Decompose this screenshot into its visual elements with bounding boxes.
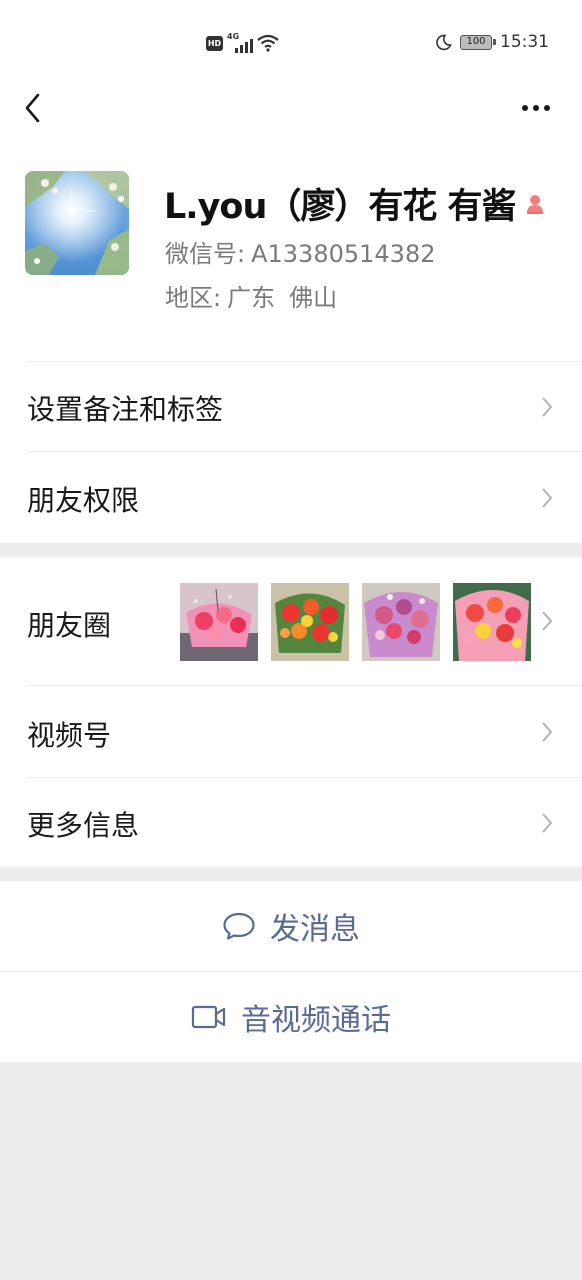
- more-icon: [522, 105, 528, 111]
- hd-icon: HD: [206, 35, 223, 51]
- more-button[interactable]: [516, 96, 556, 120]
- nickname-row: L.you（廖）有花 有酱: [164, 178, 546, 229]
- profile-header-section: HD 4G 100 15:31 L.you（廖）有花 有酱 微信号: A1338…: [0, 0, 582, 543]
- wechat-id-label: 微信号:: [165, 240, 246, 268]
- moments-thumbnail: [362, 583, 440, 661]
- avatar[interactable]: [25, 171, 129, 275]
- region-label: 地区:: [165, 284, 222, 312]
- chevron-right-icon: [542, 813, 553, 833]
- send-message-label: 发消息: [270, 912, 360, 947]
- status-bar: HD 4G 100 15:31: [0, 0, 582, 86]
- moments-label: 朋友圈: [27, 609, 112, 642]
- region-line: 地区: 广东 佛山: [165, 278, 337, 313]
- moments-thumbnail: [180, 583, 258, 661]
- region-province: 广东: [227, 284, 276, 312]
- remarks-tags-label: 设置备注和标签: [27, 393, 224, 426]
- moon-icon: [436, 34, 452, 50]
- moments-thumbnails: [180, 583, 531, 661]
- more-info-label: 更多信息: [27, 809, 140, 842]
- status-system-group: 100 15:31: [435, 32, 549, 52]
- signal-icon: 4G: [227, 32, 253, 53]
- channels-label: 视频号: [27, 719, 112, 752]
- back-button[interactable]: [20, 90, 48, 126]
- video-camera-icon: [191, 1005, 226, 1029]
- moments-thumbnail: [453, 583, 531, 661]
- moments-row[interactable]: 朋友圈: [0, 557, 582, 685]
- clock: 15:31: [500, 32, 549, 52]
- wifi-icon: [257, 34, 279, 52]
- chevron-right-icon: [542, 722, 553, 742]
- info-section: 朋友圈 视频号 更多信息: [0, 557, 582, 867]
- moments-thumbnail: [271, 583, 349, 661]
- chevron-right-icon: [542, 397, 553, 417]
- battery-icon: 100: [460, 34, 496, 50]
- back-icon: [25, 93, 40, 123]
- nickname: L.you（廖）有花 有酱: [164, 187, 517, 227]
- status-network-group: HD 4G: [206, 32, 279, 53]
- voice-video-call-label: 音视频通话: [241, 1003, 391, 1038]
- chevron-right-icon: [542, 488, 553, 508]
- send-message-button[interactable]: 发消息: [0, 881, 582, 971]
- channels-row[interactable]: 视频号: [0, 686, 582, 777]
- wechat-id: A13380514382: [251, 240, 436, 268]
- chevron-right-icon: [542, 611, 553, 631]
- gender-icon: [526, 194, 543, 214]
- wechat-id-line: 微信号: A13380514382: [165, 234, 435, 269]
- voice-video-call-button[interactable]: 音视频通话: [0, 972, 582, 1062]
- remarks-tags-row[interactable]: 设置备注和标签: [0, 362, 582, 451]
- more-info-row[interactable]: 更多信息: [0, 778, 582, 867]
- friend-permissions-label: 朋友权限: [27, 484, 140, 517]
- region-city: 佛山: [289, 284, 338, 312]
- chat-bubble-icon: [223, 912, 255, 940]
- friend-permissions-row[interactable]: 朋友权限: [0, 452, 582, 543]
